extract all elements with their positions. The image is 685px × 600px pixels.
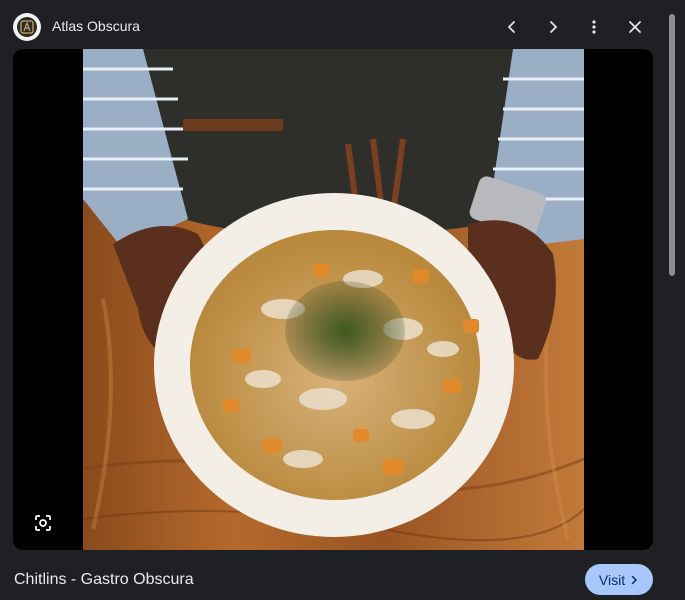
- google-lens-icon: [35, 515, 51, 531]
- chevron-right-icon: [631, 575, 638, 584]
- scrollbar-thumb[interactable]: [669, 14, 675, 276]
- visit-button[interactable]: Visit: [585, 564, 653, 595]
- previous-button[interactable]: [497, 12, 527, 42]
- chevron-right-icon: [550, 21, 558, 33]
- food-photo: [83, 49, 584, 550]
- more-options-button[interactable]: [579, 12, 609, 42]
- image-preview-panel: Atlas Obscura Chitlins - Gastro Obscura …: [0, 0, 685, 600]
- next-button[interactable]: [538, 12, 568, 42]
- close-button[interactable]: [620, 12, 650, 42]
- visit-button-label: Visit: [598, 571, 626, 588]
- site-name: Atlas Obscura: [52, 18, 140, 34]
- chevron-left-icon: [507, 21, 515, 33]
- image-caption[interactable]: Chitlins - Gastro Obscura: [14, 571, 194, 589]
- header: Atlas Obscura: [0, 0, 668, 52]
- image-viewer[interactable]: [13, 49, 653, 550]
- more-vert-icon: [592, 20, 596, 34]
- lens-search-button[interactable]: [27, 507, 59, 539]
- site-logo-icon: [13, 13, 41, 41]
- close-icon: [629, 21, 641, 33]
